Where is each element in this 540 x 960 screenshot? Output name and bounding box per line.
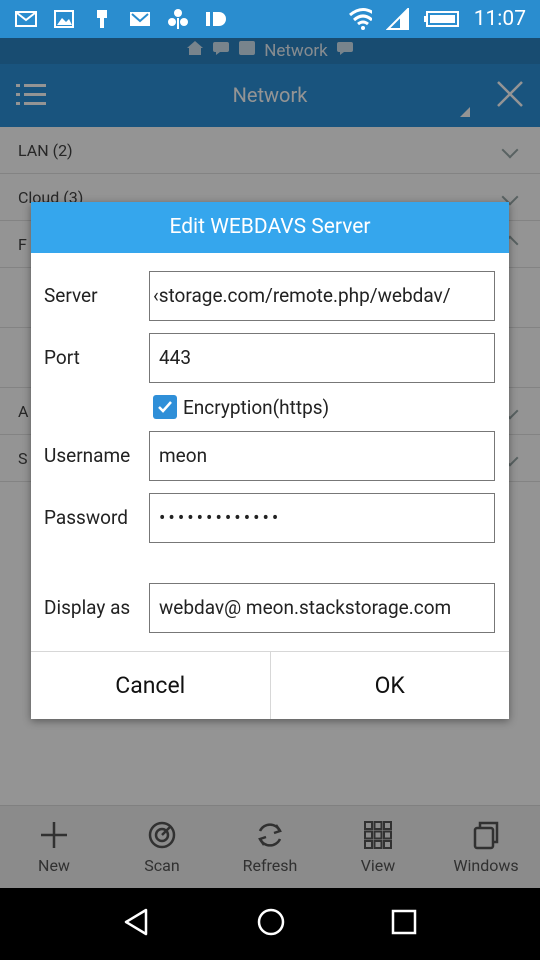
gmail-icon <box>128 8 152 30</box>
signal-icon <box>385 8 410 30</box>
port-input[interactable]: 443 <box>149 333 495 383</box>
cancel-button[interactable]: Cancel <box>31 652 270 719</box>
port-row: Port 443 <box>31 333 509 383</box>
status-bar: 11:07 <box>0 0 540 38</box>
checkmark-icon <box>158 401 172 413</box>
battery-icon <box>423 8 460 30</box>
home-button-icon[interactable] <box>256 907 286 941</box>
username-row: Username meon <box>31 431 509 481</box>
port-label: Port <box>44 346 80 369</box>
password-input[interactable]: ••••••••••••• <box>149 493 495 543</box>
password-row: Password ••••••••••••• <box>31 493 509 543</box>
pinwheel-icon <box>166 8 190 30</box>
username-input[interactable]: meon <box>149 431 495 481</box>
server-label: Server <box>44 284 98 307</box>
mail-icon <box>14 8 38 30</box>
ok-button[interactable]: OK <box>269 652 510 719</box>
system-nav-bar <box>0 888 540 960</box>
edit-server-dialog: Edit WEBDAVS Server Server ‹storage.com/… <box>31 202 509 719</box>
username-label: Username <box>44 444 131 467</box>
clock: 11:07 <box>473 7 526 31</box>
wifi-icon <box>348 8 372 30</box>
password-label: Password <box>44 506 128 529</box>
display-as-label: Display as <box>44 596 131 619</box>
encryption-label: Encryption(https) <box>183 395 330 419</box>
server-row: Server ‹storage.com/remote.php/webdav/ <box>31 271 509 321</box>
id-icon <box>204 8 228 30</box>
display-as-input[interactable]: webdav@ meon.stackstorage.com <box>149 583 495 633</box>
recents-icon[interactable] <box>390 908 418 940</box>
server-input[interactable]: ‹storage.com/remote.php/webdav/ <box>149 271 495 321</box>
dialog-buttons: Cancel OK <box>31 651 509 719</box>
dialog-title: Edit WEBDAVS Server <box>31 202 509 253</box>
display-as-row: Display as webdav@ meon.stackstorage.com <box>31 583 509 633</box>
image-icon <box>52 8 76 30</box>
usb-icon <box>90 8 114 30</box>
back-icon[interactable] <box>122 907 152 941</box>
encryption-checkbox[interactable] <box>153 395 177 419</box>
encryption-checkbox-row[interactable]: Encryption(https) <box>153 393 329 421</box>
